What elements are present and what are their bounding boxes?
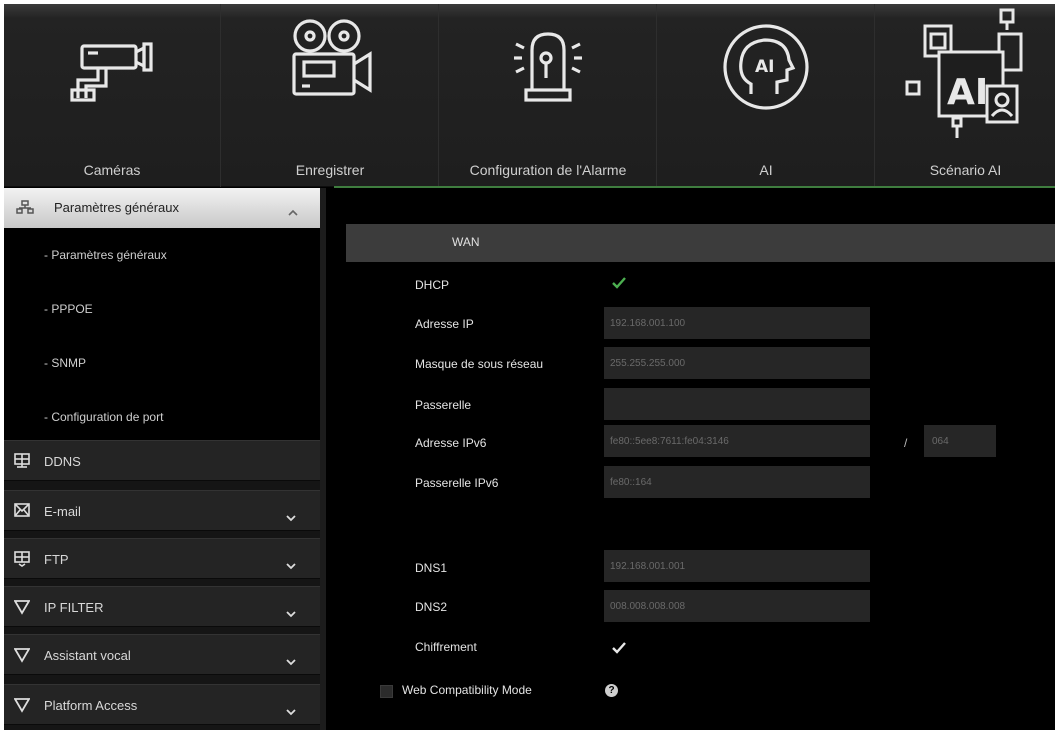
dhcp-checkbox[interactable]: [612, 276, 626, 294]
chevron-down-icon[interactable]: [286, 509, 296, 527]
svg-text:AI: AI: [755, 57, 774, 77]
encryption-checkbox[interactable]: [612, 641, 626, 659]
dns1-label: DNS1: [415, 561, 448, 575]
dns2-input[interactable]: 008.008.008.008: [604, 590, 870, 622]
svg-text:AI: AI: [947, 72, 988, 113]
ipv6-prefix-input[interactable]: 064: [924, 425, 996, 457]
checkmark-icon: [612, 277, 626, 289]
sidebar-subitem-label: - PPPOE: [44, 302, 93, 316]
sidebar-subitem-label: - SNMP: [44, 356, 86, 370]
sidebar-item-label: Platform Access: [44, 698, 138, 713]
menu-record-label: Enregistrer: [295, 162, 365, 178]
film-camera-icon: [280, 19, 380, 109]
camera-icon: [64, 38, 160, 107]
network-icon: [16, 200, 34, 219]
sidebar-subitem-label: - Paramètres généraux: [44, 248, 167, 262]
ipv6-address-input[interactable]: fe80::5ee8:7611:fe04:3146: [604, 425, 870, 457]
menu-cameras-label: Caméras: [83, 162, 141, 178]
section-title: WAN: [452, 235, 480, 249]
encryption-label: Chiffrement: [415, 640, 477, 654]
menu-alarm-config[interactable]: Configuration de l'Alarme: [440, 4, 656, 187]
sidebar-item-label: Paramètres généraux: [54, 200, 180, 215]
menu-record[interactable]: Enregistrer: [222, 4, 438, 187]
sidebar-item-label: FTP: [44, 552, 69, 567]
dhcp-label: DHCP: [415, 278, 450, 292]
sidebar-item-platform-access[interactable]: Platform Access: [4, 684, 320, 725]
subnet-mask-input[interactable]: 255.255.255.000: [604, 347, 870, 379]
sidebar-item-email[interactable]: E-mail: [4, 490, 320, 531]
envelope-icon: [14, 503, 30, 522]
ddns-icon: [14, 453, 30, 474]
sidebar-item-label: IP FILTER: [44, 600, 104, 615]
sidebar-subitem-label: - Configuration de port: [44, 410, 164, 424]
sidebar-item-label: Assistant vocal: [44, 648, 131, 663]
menu-alarm-config-label: Configuration de l'Alarme: [469, 162, 627, 178]
menu-ai-scenario[interactable]: AI Scénario AI: [876, 4, 1055, 187]
nvr-network-settings-window: Caméras Enregistrer Configuration de l'A…: [4, 4, 1055, 730]
web-compatibility-checkbox[interactable]: [380, 685, 393, 698]
chevron-down-icon[interactable]: [286, 653, 296, 671]
sidebar-subitem-snmp[interactable]: - SNMP: [4, 336, 320, 390]
wan-section-header: WAN: [346, 224, 1055, 262]
web-compatibility-label: Web Compatibility Mode: [402, 683, 532, 697]
alarm-light-icon: [508, 32, 588, 111]
ipv6-gateway-input[interactable]: fe80::164: [604, 466, 870, 498]
ftp-icon: [14, 551, 30, 572]
ai-scenario-icon: AI: [903, 4, 1029, 163]
sidebar-subitem-general[interactable]: - Paramètres généraux: [4, 228, 320, 282]
menu-ai-scenario-label: Scénario AI: [929, 162, 1002, 178]
chevron-down-icon[interactable]: [286, 557, 296, 575]
filter-icon: [13, 599, 31, 620]
sidebar-subitem-port-config[interactable]: - Configuration de port: [4, 390, 320, 444]
ipv6-address-label: Adresse IPv6: [415, 436, 487, 450]
gateway-input[interactable]: [604, 388, 870, 420]
sidebar-item-ftp[interactable]: FTP: [4, 538, 320, 579]
sidebar-item-label: DDNS: [44, 454, 81, 469]
filter-icon: [13, 647, 31, 668]
menu-ai-label: AI: [759, 162, 773, 178]
sidebar-divider: [320, 188, 326, 730]
ip-address-input[interactable]: 192.168.001.100: [604, 307, 870, 339]
sidebar-item-voice-assistant[interactable]: Assistant vocal: [4, 634, 320, 675]
subnet-mask-label: Masque de sous réseau: [415, 357, 544, 371]
network-settings-panel: WAN DHCP Adresse IP 192.168.001.100 Masq…: [330, 188, 1055, 730]
ip-address-label: Adresse IP: [415, 317, 474, 331]
help-icon[interactable]: ?: [605, 684, 618, 697]
gateway-label: Passerelle: [415, 398, 472, 412]
filter-icon: [13, 697, 31, 718]
menu-ai[interactable]: AI AI: [658, 4, 874, 187]
sidebar-item-general-settings[interactable]: Paramètres généraux: [4, 188, 320, 228]
menu-cameras[interactable]: Caméras: [4, 4, 220, 187]
ipv6-prefix-separator: /: [904, 436, 908, 450]
sidebar-subitem-pppoe[interactable]: - PPPOE: [4, 282, 320, 336]
sidebar-item-label: E-mail: [44, 504, 81, 519]
chevron-down-icon[interactable]: [286, 605, 296, 623]
dns1-input[interactable]: 192.168.001.001: [604, 550, 870, 582]
dns2-label: DNS2: [415, 600, 448, 614]
sidebar-item-ip-filter[interactable]: IP FILTER: [4, 586, 320, 627]
checkmark-icon: [612, 642, 626, 654]
chevron-up-icon[interactable]: [288, 203, 298, 221]
top-menu-bar: Caméras Enregistrer Configuration de l'A…: [4, 4, 1055, 187]
chevron-down-icon[interactable]: [286, 703, 296, 721]
ipv6-gateway-label: Passerelle IPv6: [415, 476, 499, 490]
sidebar: Paramètres généraux - Paramètres générau…: [4, 188, 320, 730]
sidebar-item-ddns[interactable]: DDNS: [4, 440, 320, 481]
ai-head-icon: AI: [721, 24, 811, 117]
